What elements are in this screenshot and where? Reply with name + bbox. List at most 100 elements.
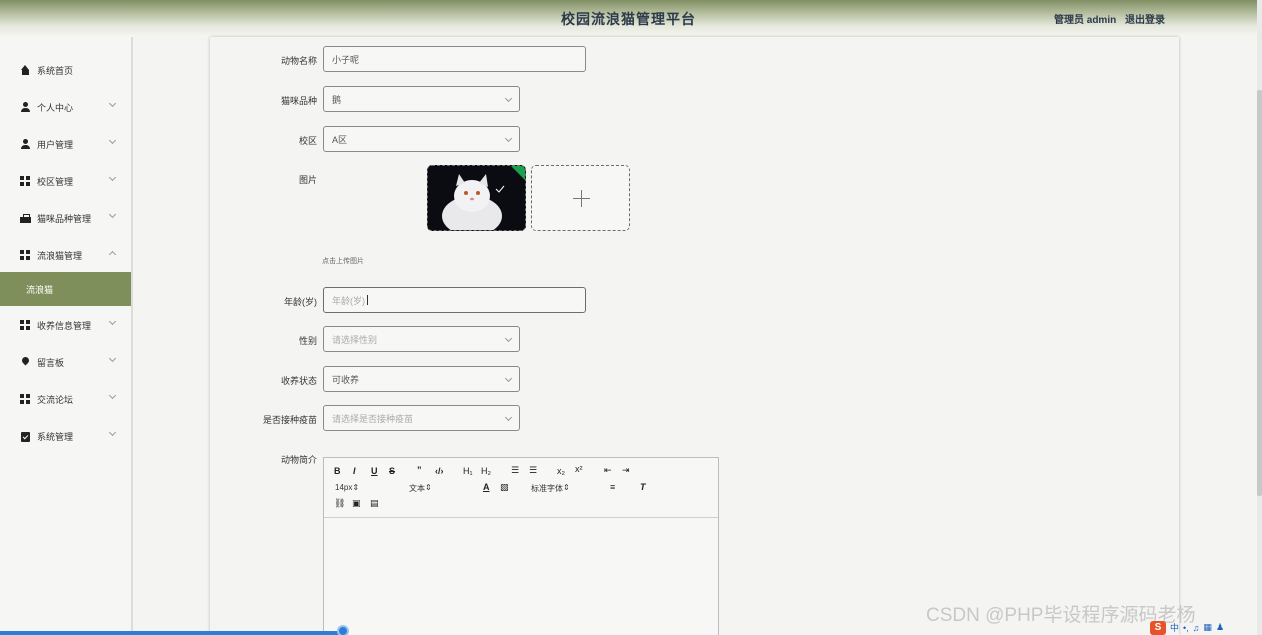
breed-label: 猫咪品种: [280, 96, 317, 106]
link-icon[interactable]: ⛓: [334, 498, 345, 509]
name-input[interactable]: 小子呢: [323, 46, 586, 72]
image-label: 图片: [298, 175, 317, 185]
microphone-icon[interactable]: ♫: [1193, 623, 1200, 633]
campus-label: 校区: [298, 136, 317, 146]
home-icon: [20, 64, 31, 76]
user-icon: [20, 138, 31, 150]
indent-icon[interactable]: ⇥: [622, 465, 630, 476]
progress-handle: [337, 625, 349, 635]
ime-punctuation-icon[interactable]: •,: [1183, 623, 1189, 633]
sidebar: 系统首页 个人中心 用户管理 校区管理 猫咪品种管理 流浪猫管理 流浪猫 收养信…: [0, 37, 133, 635]
image-icon[interactable]: ▣: [352, 498, 361, 509]
header-user-area: 管理员 admin 退出登录: [1054, 11, 1165, 26]
font-color-icon[interactable]: A: [483, 482, 490, 492]
sidebar-item-label: 收养信息管理: [37, 320, 92, 331]
adopt-status-select[interactable]: 可收养: [323, 366, 520, 392]
top-header: 校园流浪猫管理平台 管理员 admin 退出登录: [0, 0, 1257, 37]
sidebar-item-label: 系统管理: [37, 431, 74, 442]
scrollbar-thumb[interactable]: [1257, 90, 1262, 496]
h1-icon[interactable]: H₁: [463, 466, 473, 476]
chevron-down-icon: [108, 173, 117, 182]
subscript-icon[interactable]: x₂: [557, 466, 565, 476]
sidebar-item-label: 系统首页: [37, 65, 74, 76]
add-image-button[interactable]: [531, 165, 630, 231]
sidebar-item-label: 用户管理: [37, 139, 74, 150]
chevron-down-icon: [504, 134, 513, 143]
sidebar-item-label: 留言板: [37, 357, 65, 368]
grid-icon: [20, 249, 31, 261]
grid-icon: [20, 319, 31, 331]
ime-language[interactable]: 中: [1170, 621, 1179, 634]
video-icon[interactable]: ▤: [370, 498, 379, 509]
vaccinated-label: 是否接种疫苗: [262, 415, 317, 425]
age-label: 年龄(岁): [284, 297, 317, 307]
chevron-down-icon: [108, 136, 117, 145]
outdent-icon[interactable]: ⇤: [604, 465, 612, 476]
campus-value: A区: [332, 134, 348, 145]
sidebar-subitem-stray-cat[interactable]: 流浪猫: [0, 272, 131, 306]
sidebar-item-campus[interactable]: 校区管理: [0, 169, 131, 193]
editor-toolbar: B I U S ” ‹/› H₁ H₂ ☰ ☰ x₂ x² ⇤ ⇥ 14px 文…: [324, 458, 718, 518]
italic-icon[interactable]: I: [353, 466, 356, 476]
sidebar-item-system[interactable]: 系统管理: [0, 424, 131, 448]
name-label: 动物名称: [280, 56, 317, 66]
uploaded-cat-image[interactable]: [427, 165, 526, 231]
sidebar-item-home[interactable]: 系统首页: [0, 58, 131, 82]
adopt-status-value: 可收养: [332, 374, 360, 385]
cat-photo-icon: [428, 166, 525, 230]
quote-icon[interactable]: ”: [417, 465, 422, 475]
code-icon[interactable]: ‹/›: [435, 466, 444, 476]
chevron-down-icon: [504, 334, 513, 343]
sidebar-item-breeds[interactable]: 猫咪品种管理: [0, 206, 131, 230]
bold-icon[interactable]: B: [334, 466, 341, 476]
logout-link[interactable]: 退出登录: [1125, 15, 1165, 26]
font-family-select[interactable]: 标准字体: [531, 483, 593, 494]
user-icon: [20, 101, 31, 113]
skin-icon[interactable]: ♟: [1216, 622, 1224, 633]
keyboard-icon[interactable]: ▦: [1203, 622, 1212, 633]
text-cursor: [367, 295, 368, 305]
underline-icon[interactable]: U: [371, 466, 378, 476]
h2-icon[interactable]: H₂: [481, 466, 491, 476]
sogou-ime-icon[interactable]: S: [1150, 620, 1166, 635]
upload-hint: 点击上传图片: [322, 258, 364, 265]
vaccinated-placeholder: 请选择是否接种疫苗: [332, 413, 414, 424]
sidebar-item-message-board[interactable]: 留言板: [0, 350, 131, 374]
font-size-select[interactable]: 14px: [335, 483, 390, 492]
clear-format-icon[interactable]: T: [640, 482, 646, 492]
loading-progress-bar: [0, 631, 343, 635]
sidebar-item-profile[interactable]: 个人中心: [0, 95, 131, 119]
adopt-status-label: 收养状态: [280, 376, 317, 386]
page-scrollbar[interactable]: [1257, 0, 1262, 635]
sidebar-item-adoption[interactable]: 收养信息管理: [0, 313, 131, 337]
gender-placeholder: 请选择性别: [332, 334, 378, 345]
bullet-list-icon[interactable]: ☰: [529, 465, 537, 476]
gender-label: 性别: [298, 336, 317, 346]
chevron-down-icon: [108, 99, 117, 108]
pin-icon: [20, 357, 31, 368]
editor-content-area[interactable]: [324, 518, 718, 635]
admin-username: 管理员 admin: [1053, 15, 1117, 26]
ordered-list-icon[interactable]: ☰: [511, 465, 519, 476]
age-input[interactable]: 年龄(岁): [323, 287, 586, 313]
sidebar-item-users[interactable]: 用户管理: [0, 132, 131, 156]
vaccinated-select[interactable]: 请选择是否接种疫苗: [323, 405, 520, 431]
age-placeholder: 年龄(岁): [332, 295, 365, 306]
chevron-down-icon: [504, 94, 513, 103]
chevron-down-icon: [504, 374, 513, 383]
campus-select[interactable]: A区: [323, 126, 520, 152]
chevron-down-icon: [108, 354, 117, 363]
ime-toolbar[interactable]: S 中 •, ♫ ▦ ♟: [1150, 620, 1262, 635]
background-color-icon[interactable]: ▧: [500, 482, 509, 493]
gender-select[interactable]: 请选择性别: [323, 326, 520, 352]
strike-icon[interactable]: S: [389, 466, 395, 476]
sidebar-item-forum[interactable]: 交流论坛: [0, 387, 131, 411]
sidebar-item-label: 流浪猫管理: [37, 250, 83, 261]
sidebar-item-label: 猫咪品种管理: [37, 213, 92, 224]
text-type-select[interactable]: 文本: [409, 483, 464, 494]
sidebar-item-stray-cats[interactable]: 流浪猫管理: [0, 243, 131, 267]
breed-select[interactable]: 鹅: [323, 86, 520, 112]
align-icon[interactable]: ≡: [610, 482, 615, 492]
name-value: 小子呢: [332, 54, 360, 65]
superscript-icon[interactable]: x²: [575, 464, 583, 474]
